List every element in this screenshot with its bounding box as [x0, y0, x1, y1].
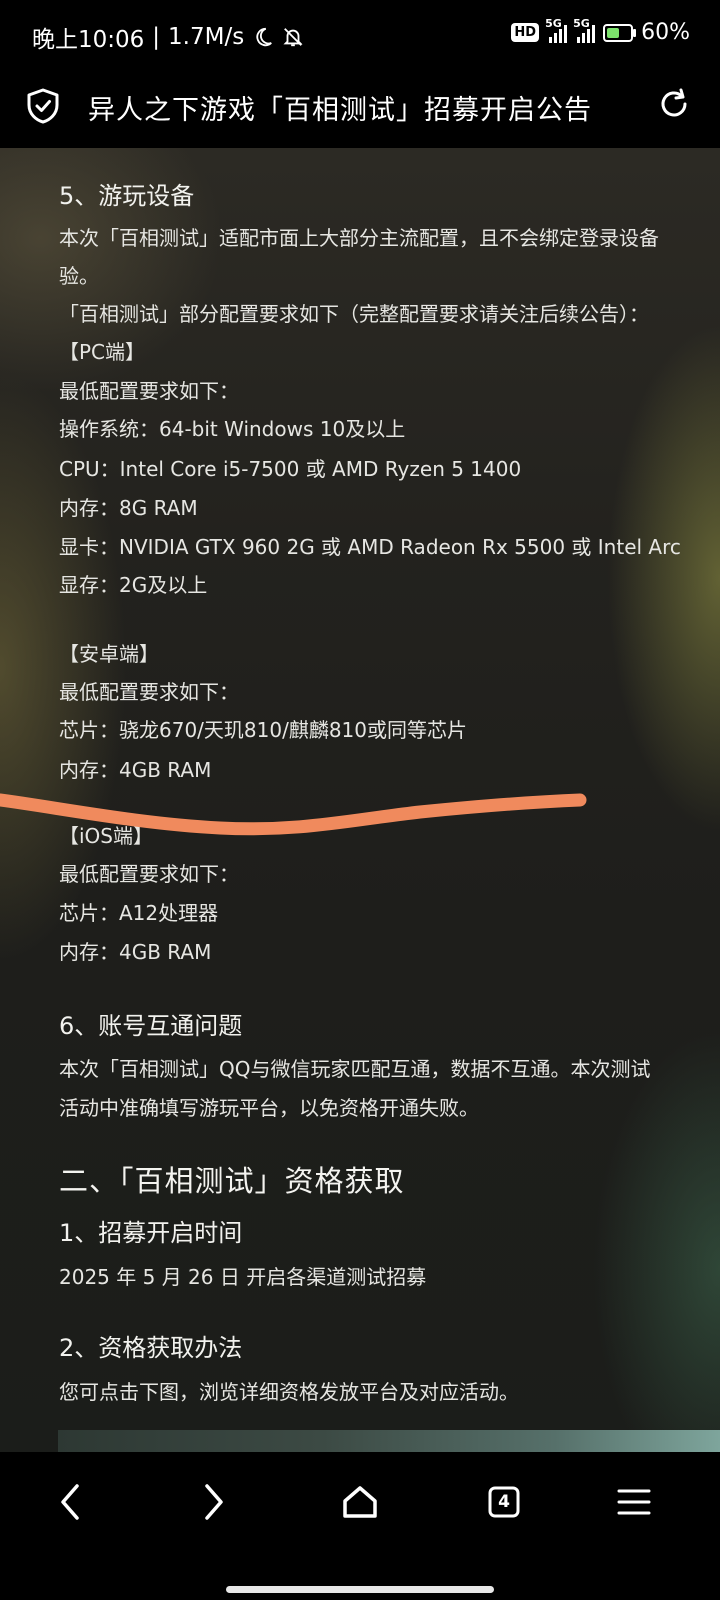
android-label: 【安卓端】	[59, 642, 159, 666]
refresh-icon[interactable]	[656, 86, 692, 122]
part-heading-qualification: 二、「百相测试」资格获取	[59, 1164, 405, 1198]
menu-button[interactable]	[604, 1472, 664, 1532]
android-min-title: 最低配置要求如下：	[59, 680, 239, 704]
article-viewport[interactable]: 5、游玩设备 本次「百相测试」适配市面上大部分主流配置，且不会绑定登录设备 验。…	[0, 148, 720, 1452]
recruit-time-text: 2025 年 5 月 26 日 开启各渠道测试招募	[59, 1265, 427, 1289]
ios-label: 【iOS端】	[59, 824, 153, 848]
ios-chip: 芯片：A12处理器	[59, 901, 219, 925]
pc-gpu: 显卡：NVIDIA GTX 960 2G 或 AMD Radeon Rx 550…	[59, 535, 681, 559]
section-heading-account: 6、账号互通问题	[59, 1012, 243, 1040]
menu-icon	[617, 1489, 651, 1515]
ios-min-title: 最低配置要求如下：	[59, 862, 239, 886]
shield-check-icon[interactable]	[26, 88, 60, 124]
tabs-count: 4	[498, 1492, 510, 1512]
pc-cpu: CPU：Intel Core i5-7500 或 AMD Ryzen 5 140…	[59, 457, 522, 481]
android-ram: 内存：4GB RAM	[59, 758, 212, 782]
title-bar: 异人之下游戏「百相测试」招募开启公告	[0, 72, 720, 148]
forward-button[interactable]	[184, 1472, 244, 1532]
back-icon	[61, 1484, 79, 1520]
status-right: HD 5G 5G 60%	[511, 17, 690, 45]
status-bar: 晚上10:06 | 1.7M/s HD 5G 5G 60%	[0, 0, 720, 72]
home-indicator[interactable]	[226, 1586, 494, 1593]
forward-icon	[205, 1484, 223, 1520]
home-icon	[343, 1486, 377, 1518]
android-chip: 芯片：骁龙670/天玑810/麒麟810或同等芯片	[59, 718, 467, 742]
battery-icon	[603, 23, 637, 42]
page-title: 异人之下游戏「百相测试」招募开启公告	[88, 95, 592, 126]
status-left: 晚上10:06 | 1.7M/s	[32, 20, 304, 54]
clock: 晚上10:06	[32, 27, 145, 53]
home-button[interactable]	[330, 1472, 390, 1532]
pc-os: 操作系统：64-bit Windows 10及以上	[59, 417, 406, 441]
devices-intro-line1: 本次「百相测试」适配市面上大部分主流配置，且不会绑定登录设备	[59, 226, 659, 250]
battery-percent: 60%	[641, 20, 690, 45]
pc-vram: 显存：2G及以上	[59, 573, 208, 597]
ios-ram: 内存：4GB RAM	[59, 940, 212, 964]
tabs-button[interactable]: 4	[474, 1472, 534, 1532]
separator: |	[152, 24, 161, 50]
moon-icon	[256, 27, 273, 47]
signal-icon-2: 5G	[573, 17, 596, 43]
bottom-nav-bar: 4	[0, 1452, 720, 1600]
network-speed: 1.7M/s	[168, 24, 245, 50]
browser-screen: 晚上10:06 | 1.7M/s HD 5G 5G 60% 异人之下游戏「百相测…	[0, 0, 720, 1600]
account-line2: 活动中准确填写游玩平台，以免资格开通失败。	[59, 1096, 479, 1120]
section-heading-method: 2、资格获取办法	[59, 1334, 243, 1362]
mute-bell-icon	[283, 28, 303, 47]
method-text: 您可点击下图，浏览详细资格发放平台及对应活动。	[59, 1380, 519, 1404]
devices-requirements-intro: 「百相测试」部分配置要求如下（完整配置要求请关注后续公告）：	[59, 302, 649, 326]
section-heading-devices: 5、游玩设备	[59, 182, 195, 210]
qualification-image[interactable]	[58, 1430, 720, 1452]
account-line1: 本次「百相测试」QQ与微信玩家匹配互通，数据不互通。本次测试	[59, 1057, 651, 1081]
devices-intro-line2: 验。	[59, 264, 99, 288]
pc-ram: 内存：8G RAM	[59, 496, 198, 520]
hd-badge: HD	[511, 23, 540, 42]
signal-icon: 5G	[545, 17, 568, 43]
pc-label: 【PC端】	[59, 340, 146, 364]
pc-min-title: 最低配置要求如下：	[59, 379, 239, 403]
back-button[interactable]	[40, 1472, 100, 1532]
section-heading-recruit-time: 1、招募开启时间	[59, 1219, 243, 1247]
